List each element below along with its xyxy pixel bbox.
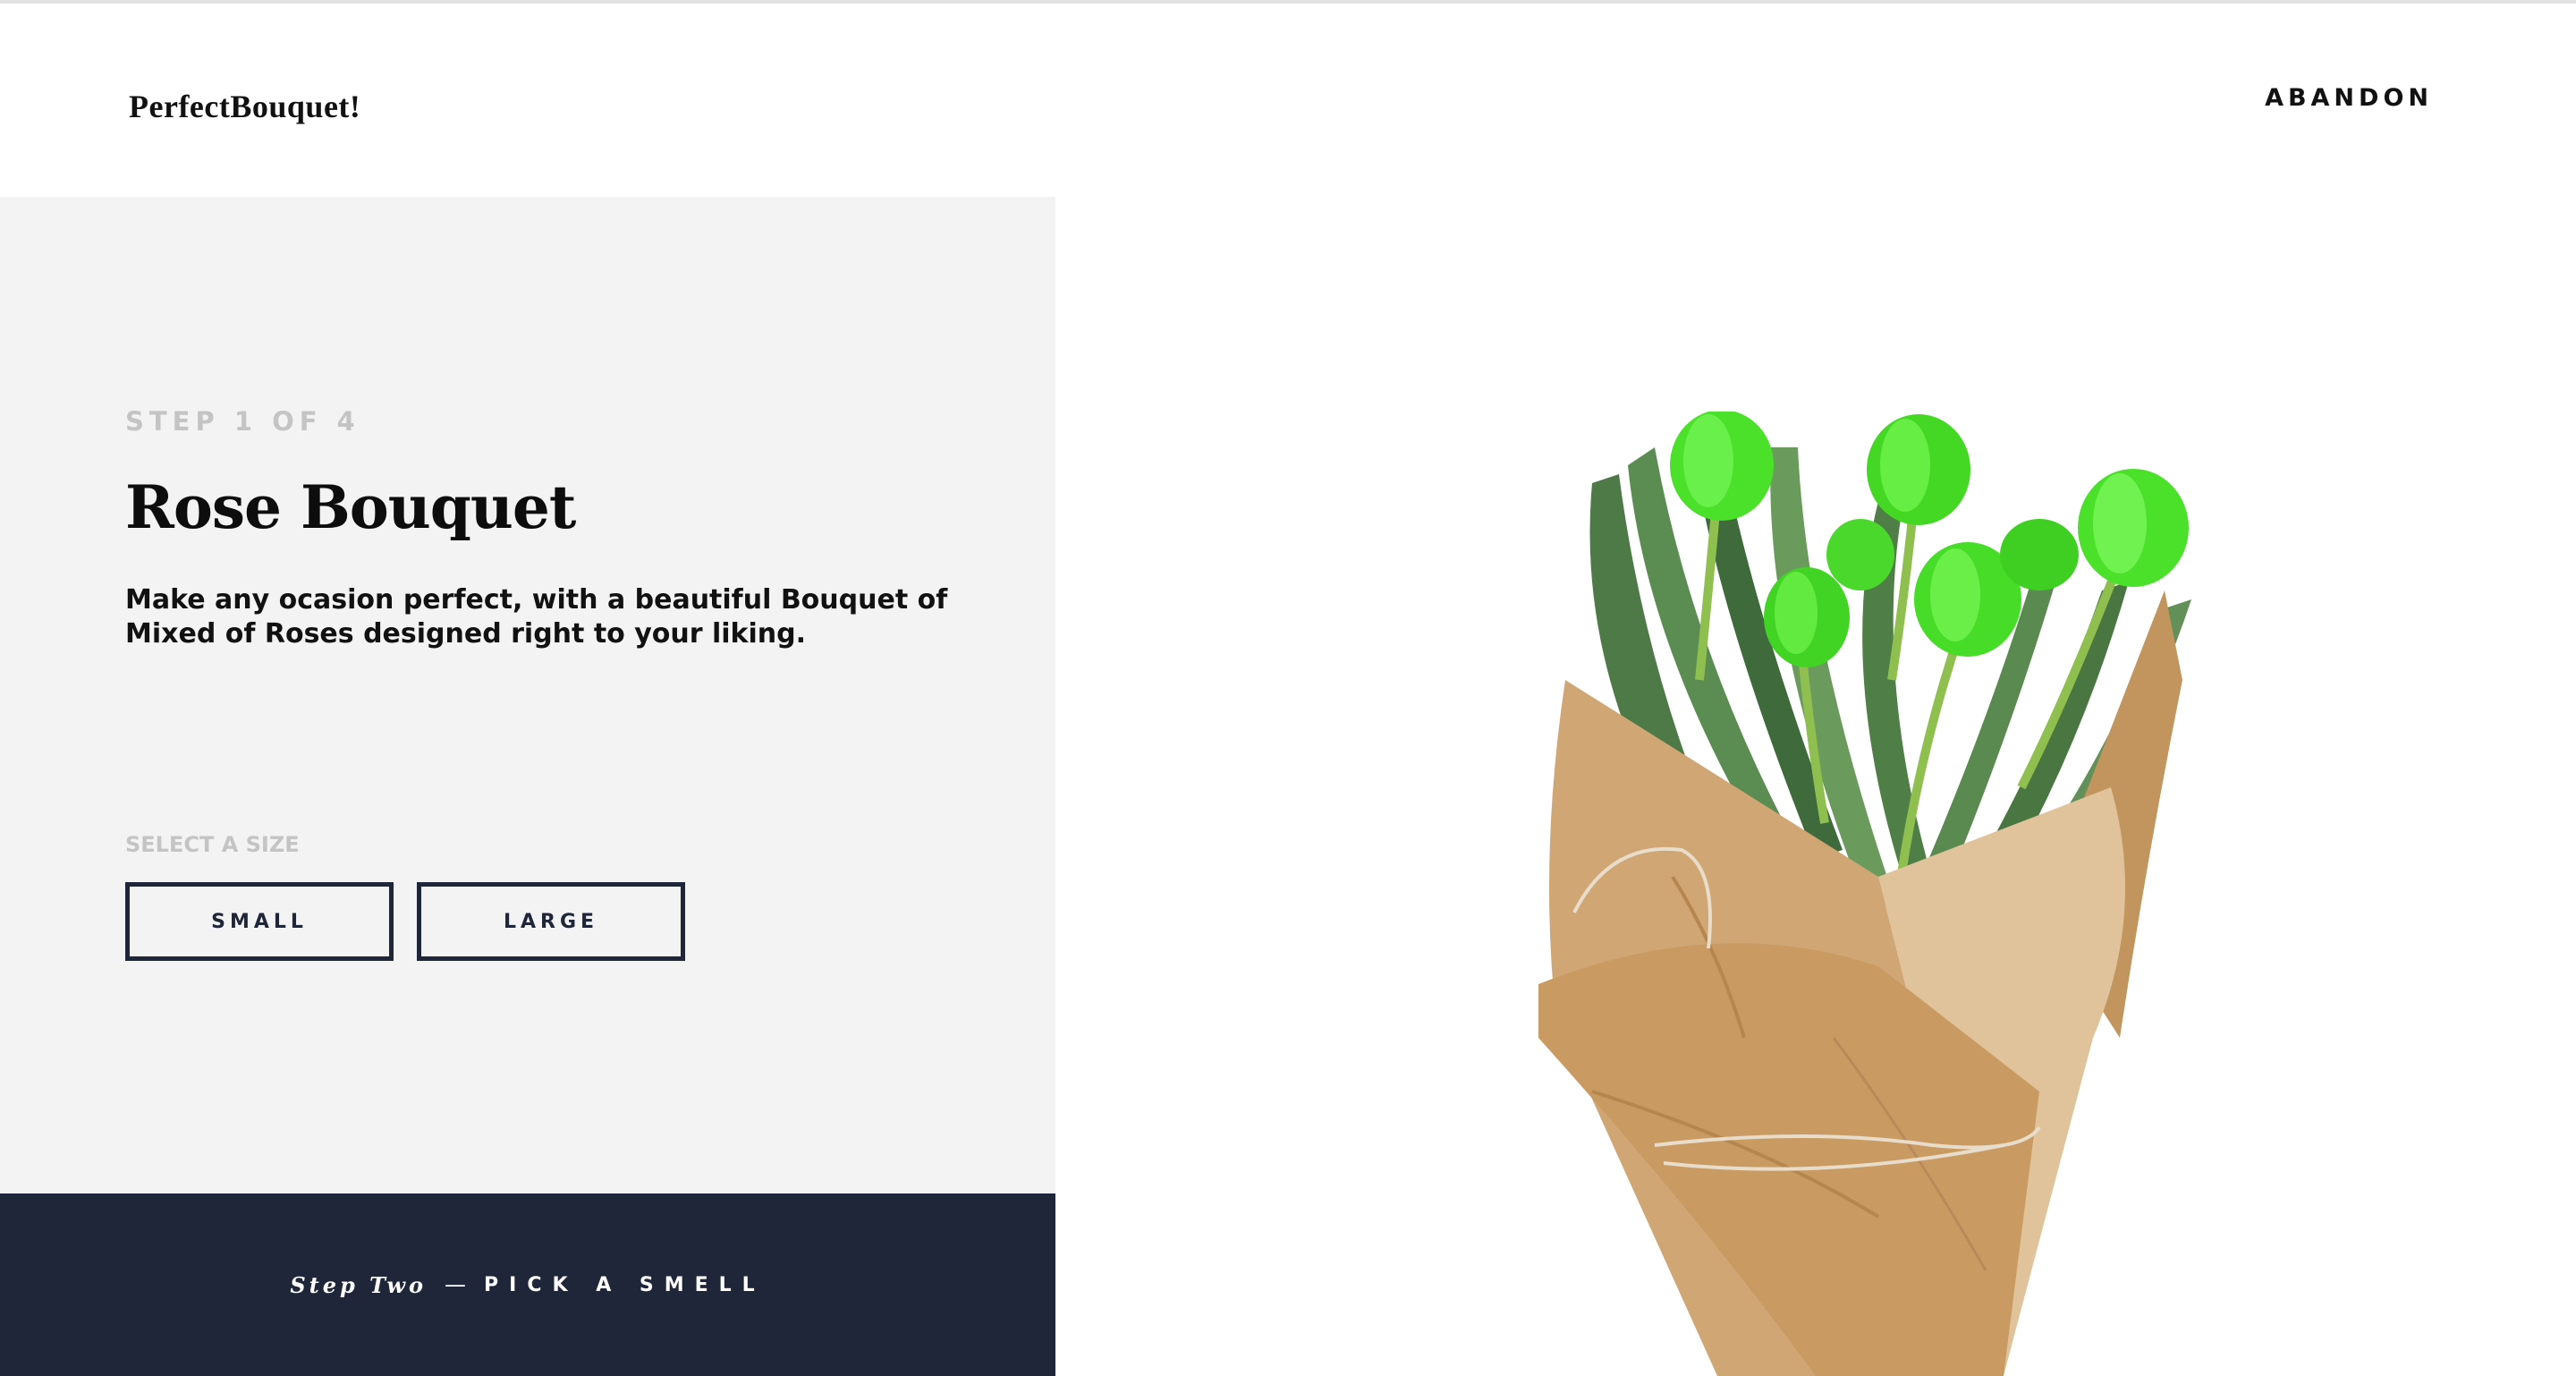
page: PerfectBouquet! ABANDON STEP 1 OF 4 Rose…	[0, 0, 2576, 1376]
bouquet-image	[1538, 412, 2191, 1376]
step-indicator: STEP 1 OF 4	[125, 406, 360, 437]
next-step-action: PICK A SMELL	[484, 1273, 766, 1296]
product-description: Make any ocasion perfect, with a beautif…	[125, 584, 948, 650]
top-divider	[0, 0, 2576, 4]
next-step-separator: —	[445, 1272, 467, 1297]
next-step-button[interactable]: Step Two — PICK A SMELL	[0, 1193, 1055, 1376]
size-large-button[interactable]: LARGE	[417, 882, 685, 961]
abandon-link[interactable]: ABANDON	[2265, 84, 2433, 112]
size-small-button[interactable]: SMALL	[125, 882, 394, 961]
next-step-prefix: Step Two	[290, 1271, 428, 1298]
product-panel: STEP 1 OF 4 Rose Bouquet Make any ocasio…	[0, 197, 1055, 1193]
size-selector-label: SELECT A SIZE	[125, 832, 300, 857]
product-title: Rose Bouquet	[125, 472, 576, 542]
brand-logo[interactable]: PerfectBouquet!	[129, 88, 360, 125]
